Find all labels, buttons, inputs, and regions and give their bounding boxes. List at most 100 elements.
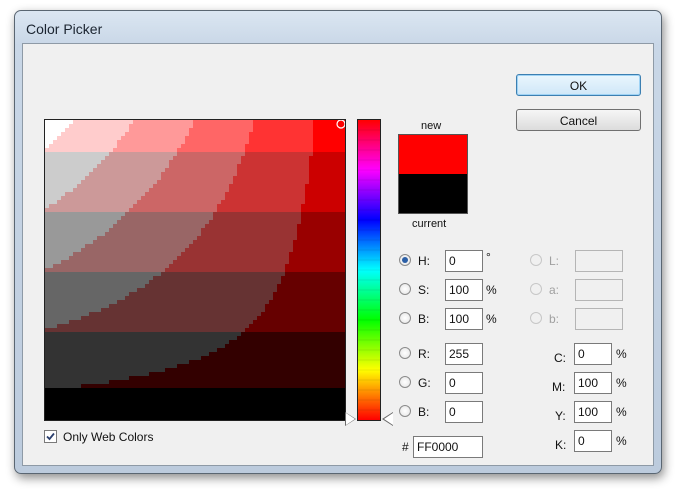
color-field-cell — [57, 224, 61, 228]
color-field-cell — [221, 244, 225, 248]
color-field-cell — [125, 372, 129, 376]
color-field-cell — [133, 244, 137, 248]
color-field-cell — [245, 124, 249, 128]
color-field-cell — [113, 292, 117, 296]
color-field-cell — [129, 324, 133, 328]
color-field-cell — [53, 340, 57, 344]
color-field-cell — [209, 140, 213, 144]
color-field-cell — [177, 380, 181, 384]
color-field-cell — [217, 360, 221, 364]
color-field-cell — [133, 368, 137, 372]
color-field-cell — [325, 256, 329, 260]
color-field-cell — [205, 348, 209, 352]
color-field-cell — [305, 212, 309, 216]
color-field-cell — [153, 212, 157, 216]
color-field-cell — [329, 196, 333, 200]
color-field-cell — [161, 260, 165, 264]
color-field-cell — [73, 320, 77, 324]
color-field-cell — [65, 312, 69, 316]
color-field-cell — [85, 184, 89, 188]
color-field-cell — [89, 140, 93, 144]
color-field-cell — [153, 132, 157, 136]
color-field-cell — [189, 188, 193, 192]
color-field-cell — [281, 144, 285, 148]
color-field-cell — [245, 204, 249, 208]
color-field-cell — [233, 376, 237, 380]
color-field-cell — [217, 144, 221, 148]
color-field-cell — [141, 128, 145, 132]
color-field-cell — [109, 324, 113, 328]
color-field-cell — [169, 276, 173, 280]
color-field-cell — [241, 288, 245, 292]
color-field-cell — [209, 256, 213, 260]
color-field-cell — [129, 132, 133, 136]
color-field-cell — [281, 272, 285, 276]
color-field-cell — [253, 320, 257, 324]
color-field-cell — [101, 124, 105, 128]
color-field-cell — [77, 172, 81, 176]
color-field-cell — [273, 164, 277, 168]
color-field-cell — [145, 356, 149, 360]
color-field-cell — [289, 296, 293, 300]
color-field-cell — [177, 292, 181, 296]
color-field-cell — [149, 244, 153, 248]
color-field-cell — [113, 204, 117, 208]
color-field-cell — [93, 380, 97, 384]
color-field[interactable] — [44, 119, 346, 421]
color-field-cell — [229, 292, 233, 296]
color-field-cell — [109, 296, 113, 300]
color-field-cell — [73, 352, 77, 356]
color-field-cell — [281, 344, 285, 348]
color-field-cell — [209, 220, 213, 224]
color-field-cell — [181, 280, 185, 284]
color-field-cell — [269, 224, 273, 228]
color-field-cell — [145, 228, 149, 232]
color-field-cell — [305, 144, 309, 148]
color-field-cell — [293, 364, 297, 368]
color-field-cell — [309, 252, 313, 256]
color-field-cell — [161, 240, 165, 244]
color-field-cell — [277, 360, 281, 364]
color-field-cell — [97, 384, 101, 388]
color-field-cell — [337, 280, 341, 284]
color-field-cell — [313, 256, 317, 260]
color-field-cell — [177, 176, 181, 180]
color-field-cell — [161, 372, 165, 376]
color-field-cell — [157, 300, 161, 304]
color-field-cell — [229, 248, 233, 252]
color-field-cell — [305, 136, 309, 140]
color-field-cell — [341, 252, 345, 256]
color-field-cell — [341, 260, 345, 264]
color-field-cell — [157, 204, 161, 208]
color-field-cell — [53, 216, 57, 220]
color-field-cell — [73, 268, 77, 272]
color-field-cell — [181, 176, 185, 180]
color-field-cell — [337, 144, 341, 148]
color-field-cell — [297, 156, 301, 160]
color-field-cell — [257, 348, 261, 352]
color-field-cell — [53, 196, 57, 200]
color-field-cell — [89, 228, 93, 232]
color-field-cell — [241, 128, 245, 132]
color-field-cell — [105, 212, 109, 216]
color-field-cell — [97, 296, 101, 300]
color-field-cell — [193, 152, 197, 156]
color-field-cell — [145, 232, 149, 236]
color-field-cell — [241, 124, 245, 128]
color-field-cell — [157, 328, 161, 332]
color-field-cell — [165, 196, 169, 200]
color-field-cell — [269, 204, 273, 208]
title-bar[interactable]: Color Picker — [15, 11, 661, 41]
color-field-cell — [261, 372, 265, 376]
color-field-cell — [269, 212, 273, 216]
color-field-cell — [129, 348, 133, 352]
color-field-cell — [317, 316, 321, 320]
color-field-cell — [69, 384, 73, 388]
color-field-cell — [301, 196, 305, 200]
color-field-cell — [209, 124, 213, 128]
color-field-cell — [257, 148, 261, 152]
color-field-cell — [325, 352, 329, 356]
color-field-cell — [53, 264, 57, 268]
color-field-cell — [341, 216, 345, 220]
color-field-cell — [149, 140, 153, 144]
